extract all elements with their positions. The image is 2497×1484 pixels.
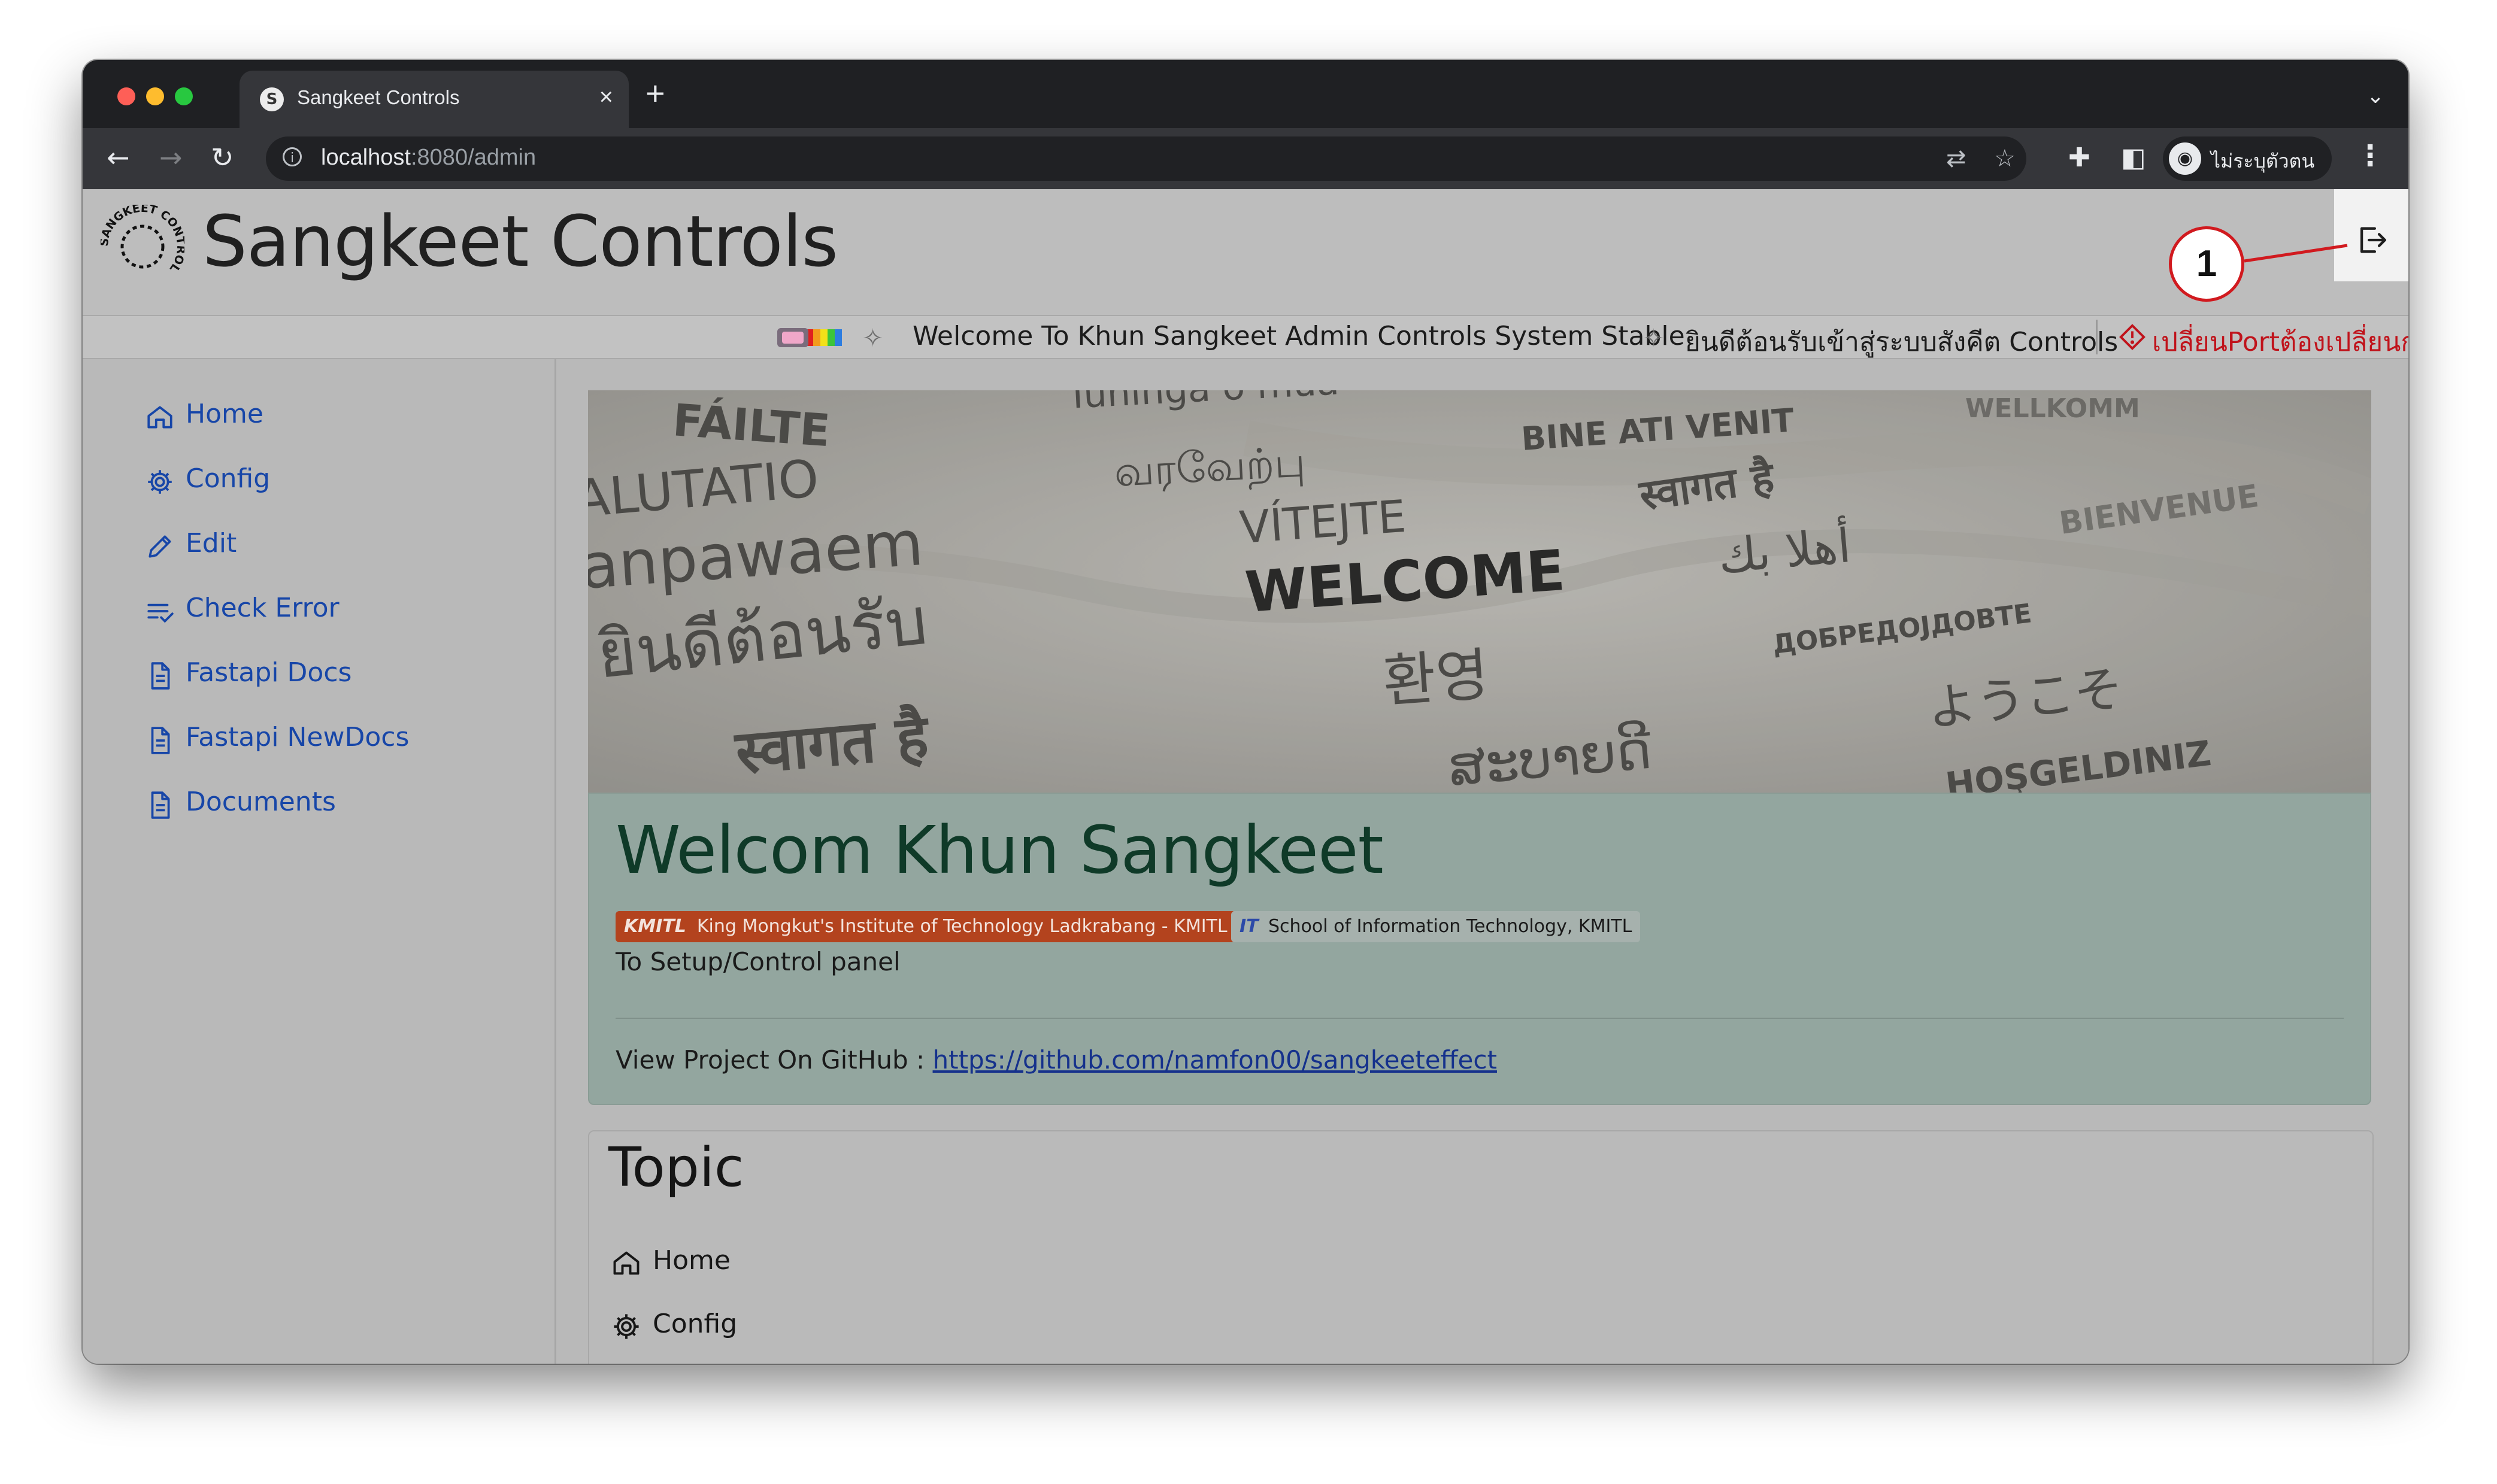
site-header: SANGKEET CONTROL Sangkeet Controls xyxy=(83,189,2408,315)
marquee-warning: เปลี่ยนPortต้องเปลี่ยนก xyxy=(2152,327,2408,357)
divider xyxy=(616,1018,2344,1019)
maximize-window-button[interactable] xyxy=(175,87,193,105)
tab-close-icon[interactable]: × xyxy=(599,84,613,111)
sparkle-icon: ✧ xyxy=(1643,323,1665,353)
incognito-profile-button[interactable]: ◉ ไม่ระบุตัวตน xyxy=(2163,136,2332,181)
translate-icon[interactable]: ⇄ xyxy=(1946,145,1966,172)
github-line: View Project On GitHub : https://github.… xyxy=(616,1045,1497,1075)
address-bar[interactable]: i localhost:8080/admin ⇄ ☆ xyxy=(266,136,2026,181)
kmitl-badge-label: King Mongkut's Institute of Technology L… xyxy=(696,916,1228,937)
logo-text: SANGKEET CONTROL xyxy=(101,205,184,275)
sidebar-item-label: Home xyxy=(186,399,263,429)
marquee-welcome-th: ยินดีต้อนรับเข้าสู่ระบบสังคีต Controls xyxy=(1685,327,2119,357)
profile-name: ไม่ระบุตัวตน xyxy=(2211,150,2315,172)
sidebar-item-label: Fastapi Docs xyxy=(186,657,352,688)
logout-button[interactable] xyxy=(2334,189,2408,281)
extensions-icon[interactable]: ✚ xyxy=(2068,142,2090,173)
url-text[interactable]: localhost:8080/admin xyxy=(321,145,536,171)
gear-icon xyxy=(614,1314,639,1339)
marquee-welcome-en: Welcome To Khun Sangkeet Admin Controls … xyxy=(913,321,1685,351)
tab-search-chevron-icon[interactable]: ⌄ xyxy=(2366,84,2384,108)
url-path: :8080/admin xyxy=(410,145,537,170)
topic-item-label: Config xyxy=(653,1309,738,1339)
sangkeet-logo: SANGKEET CONTROL xyxy=(101,205,184,275)
github-label: View Project On GitHub : xyxy=(616,1045,933,1075)
it-school-badge-label: School of Information Technology, KMITL xyxy=(1268,916,1632,937)
nyan-cat-icon xyxy=(777,328,842,347)
minimize-window-button[interactable] xyxy=(146,87,164,105)
document-icon xyxy=(151,791,170,819)
logout-icon xyxy=(2360,227,2386,253)
tab-strip: S Sangkeet Controls × + ⌄ xyxy=(83,60,2408,128)
url-host: localhost xyxy=(321,145,411,170)
welcome-subtitle: To Setup/Control panel xyxy=(616,947,901,976)
home-icon xyxy=(613,1251,640,1275)
close-window-button[interactable] xyxy=(117,87,135,105)
it-logo-icon: IT xyxy=(1240,916,1259,937)
kmitl-logo: KMITL xyxy=(624,916,686,937)
browser-tab[interactable]: S Sangkeet Controls × xyxy=(240,71,629,128)
sidebar-item-label: Config xyxy=(186,463,271,494)
site-title: Sangkeet Controls xyxy=(202,200,838,283)
sidebar-item-label: Edit xyxy=(186,528,237,559)
pencil-icon xyxy=(149,535,171,558)
svg-text:SANGKEET CONTROL: SANGKEET CONTROL xyxy=(101,205,184,275)
site-info-icon[interactable]: i xyxy=(283,147,302,166)
topic-title: Topic xyxy=(608,1136,744,1199)
github-link[interactable]: https://github.com/namfon00/sangkeeteffe… xyxy=(933,1045,1497,1075)
topic-card: Topic Home Config xyxy=(588,1130,2374,1364)
sidebar-item-label: Check Error xyxy=(186,593,340,623)
new-tab-button[interactable]: + xyxy=(646,75,665,111)
warning-icon xyxy=(2119,324,2146,350)
callout-number-badge: 1 xyxy=(2169,226,2244,302)
bookmark-star-icon[interactable]: ☆ xyxy=(1994,145,2016,172)
document-icon xyxy=(151,662,170,690)
back-icon[interactable]: ← xyxy=(107,141,130,174)
sidebar-item-label: Fastapi NewDocs xyxy=(186,722,410,752)
document-icon xyxy=(151,727,170,754)
marquee-separator xyxy=(2096,320,2098,354)
gear-icon xyxy=(148,470,172,494)
sparkle-icon: ✧ xyxy=(862,323,884,353)
incognito-icon: ◉ xyxy=(2169,142,2201,175)
kmitl-badge: KMITL King Mongkut's Institute of Technol… xyxy=(616,911,1236,942)
sidebar: Home Config Edit Check Error Fastapi Doc… xyxy=(83,359,556,1364)
welcome-banner-image: FÁILTE Tuhinga o mua BINE ATI VENIT WELL… xyxy=(588,390,2371,793)
announcement-marquee: ✧ Welcome To Khun Sangkeet Admin Control… xyxy=(83,315,2408,359)
reload-icon[interactable]: ↻ xyxy=(211,141,234,174)
list-check-icon xyxy=(147,603,174,623)
welcome-title: Welcom Khun Sangkeet xyxy=(616,812,1384,888)
browser-window: S Sangkeet Controls × + ⌄ ← → ↻ i localh… xyxy=(83,60,2408,1364)
favicon-icon: S xyxy=(260,87,284,111)
sidebar-item-label: Documents xyxy=(186,787,336,817)
page-content: SANGKEET CONTROL Sangkeet Controls ✧ Wel… xyxy=(83,189,2408,1364)
welcome-card: Welcom Khun Sangkeet KMITL King Mongkut's… xyxy=(588,793,2371,1105)
topic-item-label: Home xyxy=(653,1245,731,1276)
browser-toolbar: ← → ↻ i localhost:8080/admin ⇄ ☆ ✚ ◧ ◉ ไ… xyxy=(83,128,2408,189)
forward-icon[interactable]: → xyxy=(159,141,183,174)
home-icon xyxy=(147,406,172,429)
tab-title: Sangkeet Controls xyxy=(297,86,460,108)
browser-menu-icon[interactable]: ⋮ xyxy=(2356,139,2384,172)
side-panel-icon[interactable]: ◧ xyxy=(2121,142,2146,173)
it-school-badge: IT School of Information Technology, KMIT… xyxy=(1231,911,1641,942)
